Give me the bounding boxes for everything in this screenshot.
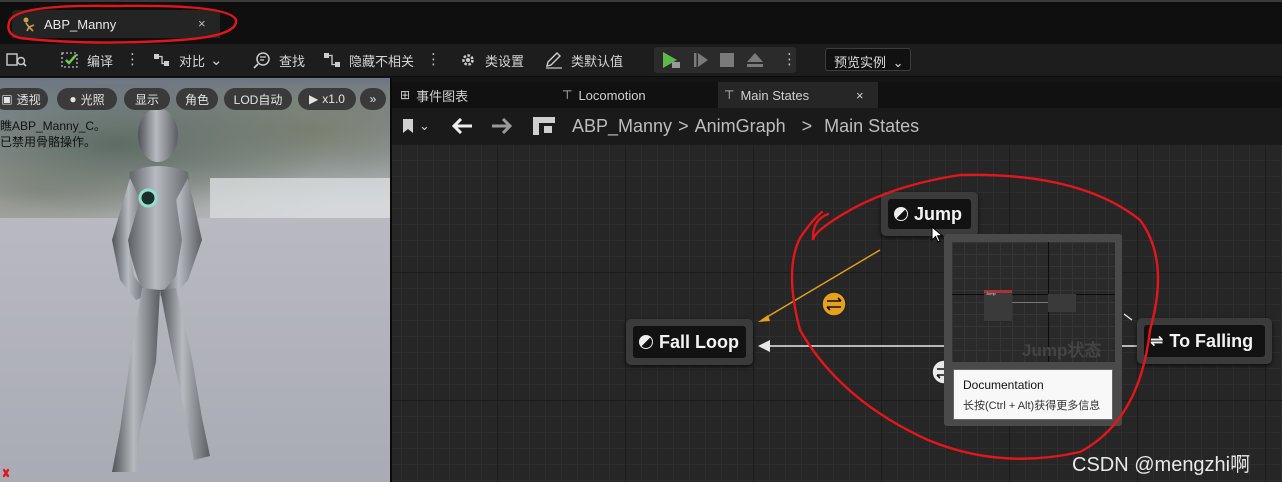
red-annotation-layer bbox=[2, 4, 1160, 478]
annotation-circle-tab bbox=[7, 4, 238, 44]
annotation-circle-jump bbox=[790, 173, 1160, 460]
annotation-mark bbox=[2, 468, 10, 478]
watermark: CSDN @mengzhi啊 bbox=[1072, 454, 1251, 476]
